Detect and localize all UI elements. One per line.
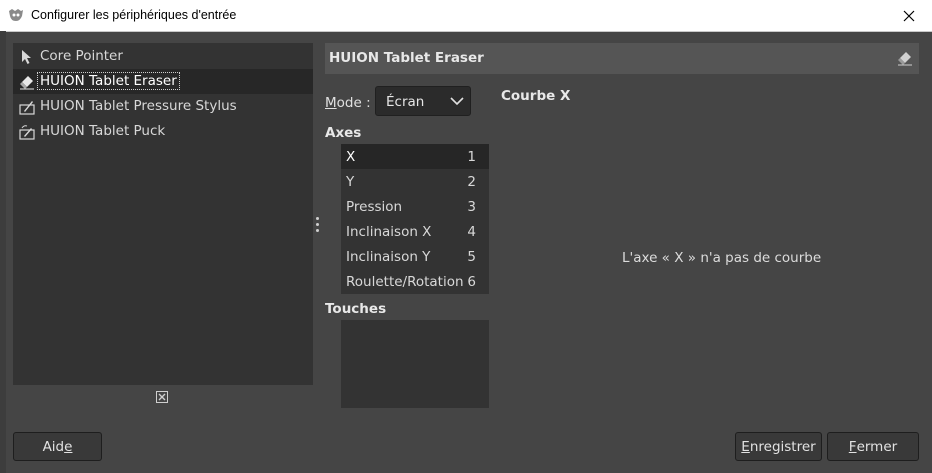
axes-list: X 1 Y 2 Pression 3 Inclinaison X 4 Incli… (341, 144, 489, 294)
tablet-stylus-icon (19, 101, 35, 115)
tablet-puck-icon (19, 125, 35, 140)
eraser-icon (898, 52, 912, 66)
help-button[interactable]: Aid e (13, 432, 102, 461)
gimp-icon (9, 9, 23, 21)
window-title: Configurer les périphériques d'entrée (31, 8, 237, 22)
device-item-huion-eraser[interactable]: HUION Tablet Eraser (13, 69, 313, 94)
curve-message: L'axe « X » n'a pas de courbe (622, 250, 822, 266)
device-item-core-pointer[interactable]: Core Pointer (13, 44, 313, 69)
pane-splitter-handle[interactable] (316, 217, 320, 235)
axes-heading: Axes (325, 125, 362, 141)
axis-name: Inclinaison Y (346, 249, 431, 265)
title-bar: Configurer les périphériques d'entrée (0, 0, 932, 32)
axis-name: Roulette/Rotation (346, 274, 464, 290)
axis-number: 5 (467, 249, 476, 265)
device-label: HUION Tablet Puck (40, 123, 166, 139)
eraser-icon (20, 76, 34, 90)
close-icon[interactable] (156, 391, 168, 403)
window-close-button[interactable] (886, 0, 932, 31)
axis-row-pression[interactable]: Pression 3 (341, 194, 489, 219)
mode-dropdown[interactable]: Écran (375, 86, 471, 116)
close-button[interactable]: Fermer (827, 432, 919, 461)
window-edge (0, 31, 6, 473)
device-title: HUION Tablet Eraser (329, 50, 484, 66)
device-label: Core Pointer (40, 48, 123, 64)
pointer-icon (22, 50, 31, 64)
mode-label: Mode : (325, 95, 371, 111)
axis-row-y[interactable]: Y 2 (341, 169, 489, 194)
device-label: HUION Tablet Pressure Stylus (40, 98, 237, 114)
keys-list[interactable] (341, 320, 489, 408)
axis-number: 4 (467, 224, 476, 240)
save-button[interactable]: Enregistrer (735, 432, 822, 461)
axis-number: 6 (467, 274, 476, 290)
axis-row-x[interactable]: X 1 (341, 144, 489, 169)
device-label: HUION Tablet Eraser (37, 72, 180, 90)
device-list: Core Pointer HUION Tablet Eraser HUION T… (13, 43, 313, 385)
device-header: HUION Tablet Eraser (325, 43, 919, 74)
close-icon (903, 10, 915, 21)
axis-name: Pression (346, 199, 403, 215)
axis-name: Inclinaison X (346, 224, 432, 240)
keys-heading: Touches (325, 301, 387, 317)
curve-title: Courbe X (501, 88, 571, 104)
axis-number: 2 (467, 174, 476, 190)
device-item-huion-puck[interactable]: HUION Tablet Puck (13, 119, 313, 144)
axis-name: Y (346, 174, 355, 190)
axis-row-roulette-rotation[interactable]: Roulette/Rotation 6 (341, 269, 489, 294)
axis-row-inclinaison-x[interactable]: Inclinaison X 4 (341, 219, 489, 244)
chevron-down-icon (450, 97, 464, 106)
axis-number: 3 (467, 199, 476, 215)
axis-number: 1 (467, 149, 476, 165)
device-item-huion-stylus[interactable]: HUION Tablet Pressure Stylus (13, 94, 313, 119)
axis-row-inclinaison-y[interactable]: Inclinaison Y 5 (341, 244, 489, 269)
axis-name: X (346, 149, 356, 165)
mode-value: Écran (386, 94, 425, 110)
